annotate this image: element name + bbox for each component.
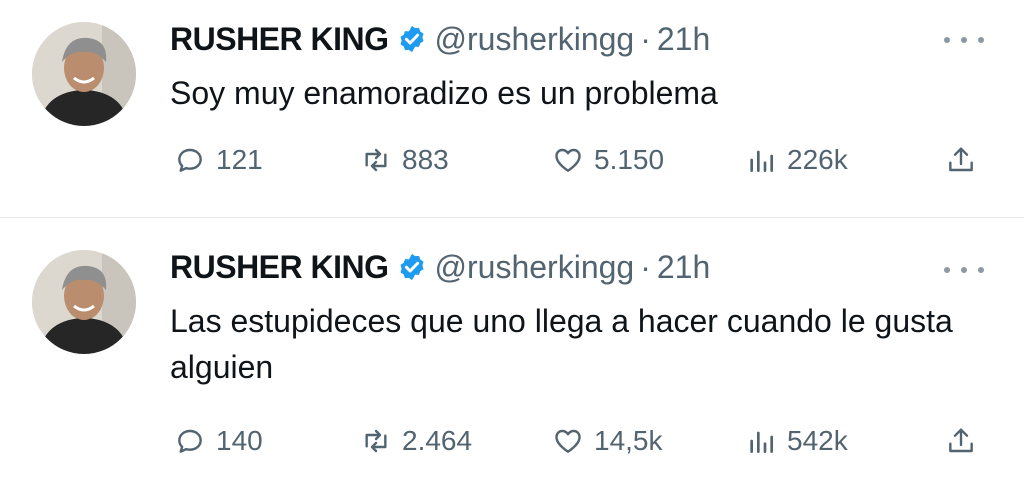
share-icon [949, 428, 973, 453]
avatar[interactable] [32, 250, 136, 354]
views-count: 226k [787, 144, 848, 175]
heart-icon [555, 429, 581, 453]
like-button[interactable]: 14,5k [552, 421, 663, 461]
verified-badge-icon [397, 252, 427, 282]
author-handle[interactable]: @rusherkingg [435, 21, 635, 58]
repost-count: 883 [402, 144, 449, 175]
separator-dot: · [640, 20, 651, 57]
timestamp[interactable]: 21h [657, 249, 710, 286]
author-name[interactable]: RUSHER KING [170, 21, 389, 58]
timeline-feed: RUSHER KING @rusherkingg · 21h Soy muy e… [0, 0, 1024, 479]
repost-count: 2.464 [402, 425, 473, 456]
repost-button[interactable]: 883 [360, 140, 449, 180]
reply-icon [178, 429, 202, 453]
views-button[interactable]: 226k [745, 140, 848, 180]
like-button[interactable]: 5.150 [552, 140, 664, 180]
author-handle[interactable]: @rusherkingg [435, 249, 635, 286]
repost-button[interactable]: 2.464 [360, 421, 472, 461]
tweet-actions: 121 883 5.150 226k [170, 140, 990, 180]
reply-button[interactable]: 140 [174, 421, 263, 461]
avatar[interactable] [32, 22, 136, 126]
more-horizontal-icon[interactable] [944, 260, 984, 280]
like-count: 5.150 [594, 144, 665, 175]
views-chart-icon [750, 431, 773, 453]
share-button[interactable] [945, 421, 977, 461]
tweet-actions: 140 2.464 14,5k 542k [170, 421, 990, 461]
reply-icon [178, 148, 202, 172]
like-count: 14,5k [594, 425, 663, 456]
views-chart-icon [750, 150, 773, 172]
share-button[interactable] [945, 140, 977, 180]
tweet[interactable]: RUSHER KING @rusherkingg · 21h Las estup… [0, 218, 1024, 479]
reply-button[interactable]: 121 [174, 140, 263, 180]
views-count: 542k [787, 425, 848, 456]
author-name[interactable]: RUSHER KING [170, 249, 389, 286]
verified-badge-icon [397, 24, 427, 54]
separator-dot: · [640, 248, 651, 285]
reply-count: 140 [216, 425, 263, 456]
tweet-header: RUSHER KING @rusherkingg · 21h [170, 18, 710, 60]
tweet-text: Soy muy enamoradizo es un problema [170, 75, 718, 111]
views-button[interactable]: 542k [745, 421, 848, 461]
repost-icon [365, 429, 387, 453]
share-icon [949, 147, 973, 172]
repost-icon [365, 148, 387, 172]
tweet-header: RUSHER KING @rusherkingg · 21h [170, 246, 710, 288]
heart-icon [555, 148, 581, 172]
tweet-text: Las estupideces que uno llega a hacer cu… [170, 303, 953, 385]
tweet[interactable]: RUSHER KING @rusherkingg · 21h Soy muy e… [0, 0, 1024, 217]
more-horizontal-icon[interactable] [944, 30, 984, 50]
reply-count: 121 [216, 144, 263, 175]
timestamp[interactable]: 21h [657, 21, 710, 58]
